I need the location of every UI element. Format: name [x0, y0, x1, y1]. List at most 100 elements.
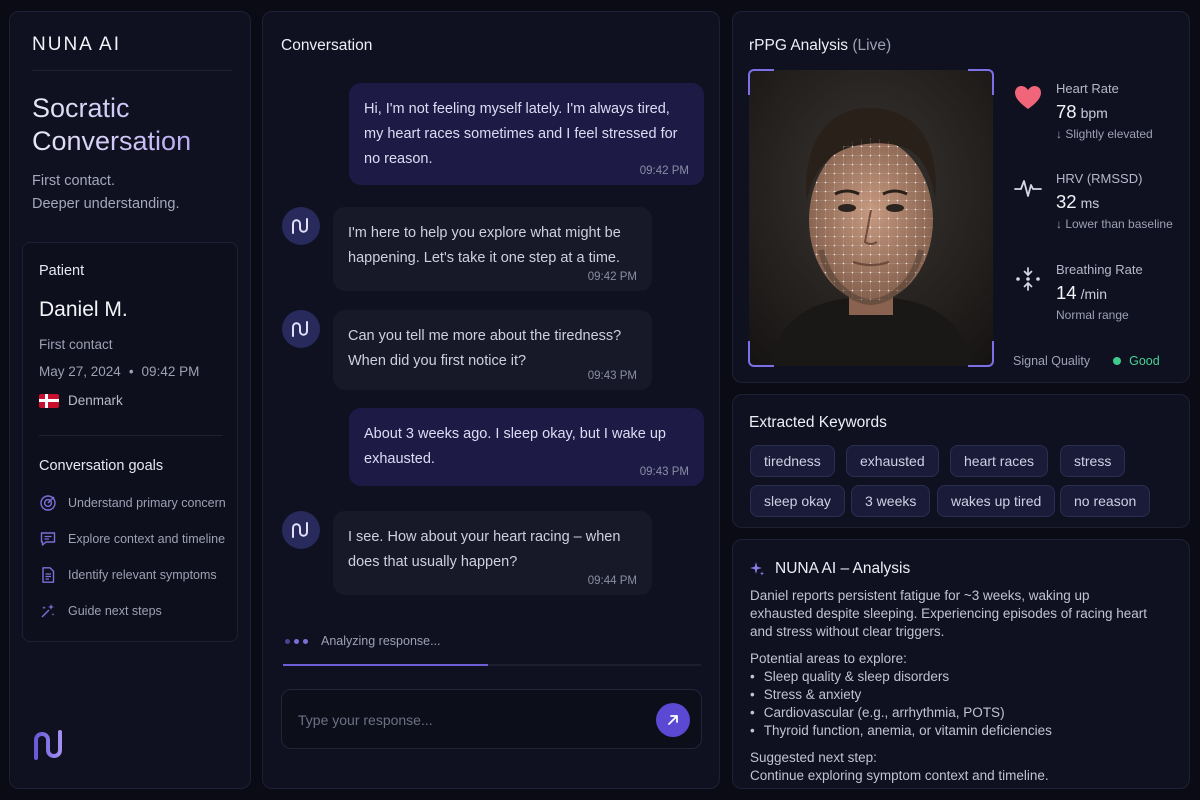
patient-card: Patient Daniel M. First contact May 27, …	[22, 242, 238, 642]
patient-name: Daniel M.	[39, 298, 128, 321]
patient-contact-type: First contact	[39, 337, 113, 352]
metric-unit: bpm	[1080, 105, 1108, 121]
keyword-chip[interactable]: tiredness	[750, 445, 835, 477]
pulse-icon	[1014, 180, 1042, 197]
send-button[interactable]	[656, 703, 690, 737]
list-item: Thyroid function, anemia, or vitamin def…	[750, 722, 1052, 740]
frame-corner	[748, 341, 774, 367]
metric-note: ↓ Slightly elevated	[1056, 127, 1153, 141]
response-input[interactable]	[298, 709, 638, 731]
loading-dots-icon	[285, 638, 308, 644]
sidebar-panel: NUNA AI Socratic Conversation First cont…	[9, 11, 251, 789]
message-time: 09:43 PM	[639, 466, 689, 478]
ai-message: I see. How about your heart racing – whe…	[333, 511, 652, 595]
user-message: Hi, I'm not feeling myself lately. I'm a…	[349, 83, 704, 185]
metric-number: 78	[1056, 101, 1077, 122]
keyword-chip[interactable]: no reason	[1060, 485, 1151, 517]
sparkle-icon	[750, 562, 764, 576]
patient-datetime: May 27, 2024 • 09:42 PM	[39, 364, 199, 379]
metric-unit: /min	[1080, 286, 1108, 302]
metric-note: Normal range	[1056, 308, 1129, 322]
patient-country-label: Denmark	[68, 393, 123, 408]
keyword-chip[interactable]: 3 weeks	[851, 485, 931, 517]
divider	[32, 70, 232, 71]
goal-item: Identify relevant symptoms	[39, 566, 217, 584]
nuna-logo-icon	[292, 522, 308, 538]
frame-corner	[968, 341, 994, 367]
patient-time: 09:42 PM	[141, 364, 200, 379]
conversation-panel: Conversation Hi, I'm not feeling myself …	[262, 11, 720, 789]
message-time: 09:43 PM	[587, 370, 637, 382]
goal-item: Explore context and timeline	[39, 530, 225, 548]
analysis-progress-bar	[283, 664, 701, 666]
live-indicator: (Live)	[852, 37, 892, 54]
nuna-logo-icon	[34, 730, 62, 760]
keyword-chip[interactable]: sleep okay	[750, 485, 845, 517]
analysis-title: NUNA AI – Analysis	[749, 560, 910, 578]
metric-label: HRV (RMSSD)	[1056, 171, 1143, 186]
goal-label: Identify relevant symptoms	[68, 568, 217, 582]
analyzing-status: Analyzing response...	[285, 634, 441, 648]
message-text: Can you tell me more about the tiredness…	[348, 328, 622, 369]
keyword-chip[interactable]: heart races	[950, 445, 1049, 477]
signal-status-badge: Good	[1129, 354, 1160, 368]
message-text: Hi, I'm not feeling myself lately. I'm a…	[364, 101, 678, 167]
message-time: 09:42 PM	[587, 271, 637, 283]
metric-value: 78 bpm	[1056, 101, 1108, 123]
goal-label: Explore context and timeline	[68, 532, 226, 546]
frame-corner	[748, 69, 774, 95]
nuna-logo-icon	[292, 321, 308, 337]
goal-label: Understand primary concern	[68, 496, 226, 510]
next-step-text: Continue exploring symptom context and t…	[750, 768, 1049, 783]
keyword-chip[interactable]: wakes up tired	[937, 485, 1056, 517]
message-time: 09:42 PM	[639, 165, 689, 177]
response-input-box	[281, 689, 702, 749]
goal-item: Understand primary concern	[39, 494, 226, 512]
sparkle-icon	[41, 604, 55, 618]
metric-unit: ms	[1080, 195, 1100, 211]
status-dot-icon	[1113, 357, 1122, 365]
message-text: I see. How about your heart racing – whe…	[348, 529, 621, 570]
next-step-title: Suggested next step:	[750, 750, 877, 765]
goal-label: Guide next steps	[68, 604, 162, 618]
status-text: Analyzing response...	[321, 634, 441, 648]
nuna-logo-icon	[292, 218, 308, 234]
metric-value: 14/min	[1056, 282, 1107, 304]
keyword-chip[interactable]: exhausted	[846, 445, 939, 477]
keywords-panel: Extracted Keywords tiredness exhausted h…	[732, 394, 1190, 528]
page-subtitle: First contact. Deeper understanding.	[32, 170, 180, 216]
metric-label: Breathing Rate	[1056, 262, 1143, 277]
list-item: Sleep quality & sleep disorders	[750, 668, 1052, 686]
list-item: Cardiovascular (e.g., arrhythmia, POTS)	[750, 704, 1052, 722]
face-video-feed	[749, 70, 993, 366]
ai-avatar	[282, 511, 320, 549]
conversation-title: Conversation	[281, 37, 373, 54]
progress-fill	[283, 664, 488, 666]
metric-number: 32	[1056, 191, 1077, 212]
keyword-chip[interactable]: stress	[1060, 445, 1126, 477]
ai-message: Can you tell me more about the tiredness…	[333, 310, 652, 390]
goal-item: Guide next steps	[39, 602, 162, 620]
metric-number: 14	[1056, 282, 1077, 303]
rppg-title-text: rPPG Analysis	[749, 37, 849, 54]
chat-icon	[40, 532, 56, 546]
metric-label: Heart Rate	[1056, 81, 1119, 96]
heart-icon	[1015, 86, 1041, 109]
document-icon	[42, 567, 55, 583]
message-text: I'm here to help you explore what might …	[348, 225, 621, 266]
face-scan-image	[749, 70, 993, 366]
metric-value: 32 ms	[1056, 191, 1099, 213]
ai-avatar	[282, 207, 320, 245]
patient-label: Patient	[39, 263, 85, 279]
target-icon	[40, 495, 56, 511]
separator-dot: •	[128, 364, 134, 379]
analysis-summary: Daniel reports persistent fatigue for ~3…	[750, 588, 1148, 639]
analysis-title-text: NUNA AI – Analysis	[775, 560, 911, 577]
denmark-flag-icon	[39, 393, 59, 408]
send-arrow-icon	[668, 715, 678, 725]
page-title: Socratic Conversation	[32, 92, 242, 158]
divider	[39, 435, 223, 436]
list-item: Stress & anxiety	[750, 686, 1052, 704]
metric-note: ↓ Lower than baseline	[1056, 217, 1173, 231]
analysis-panel: NUNA AI – Analysis Daniel reports persis…	[732, 539, 1190, 789]
